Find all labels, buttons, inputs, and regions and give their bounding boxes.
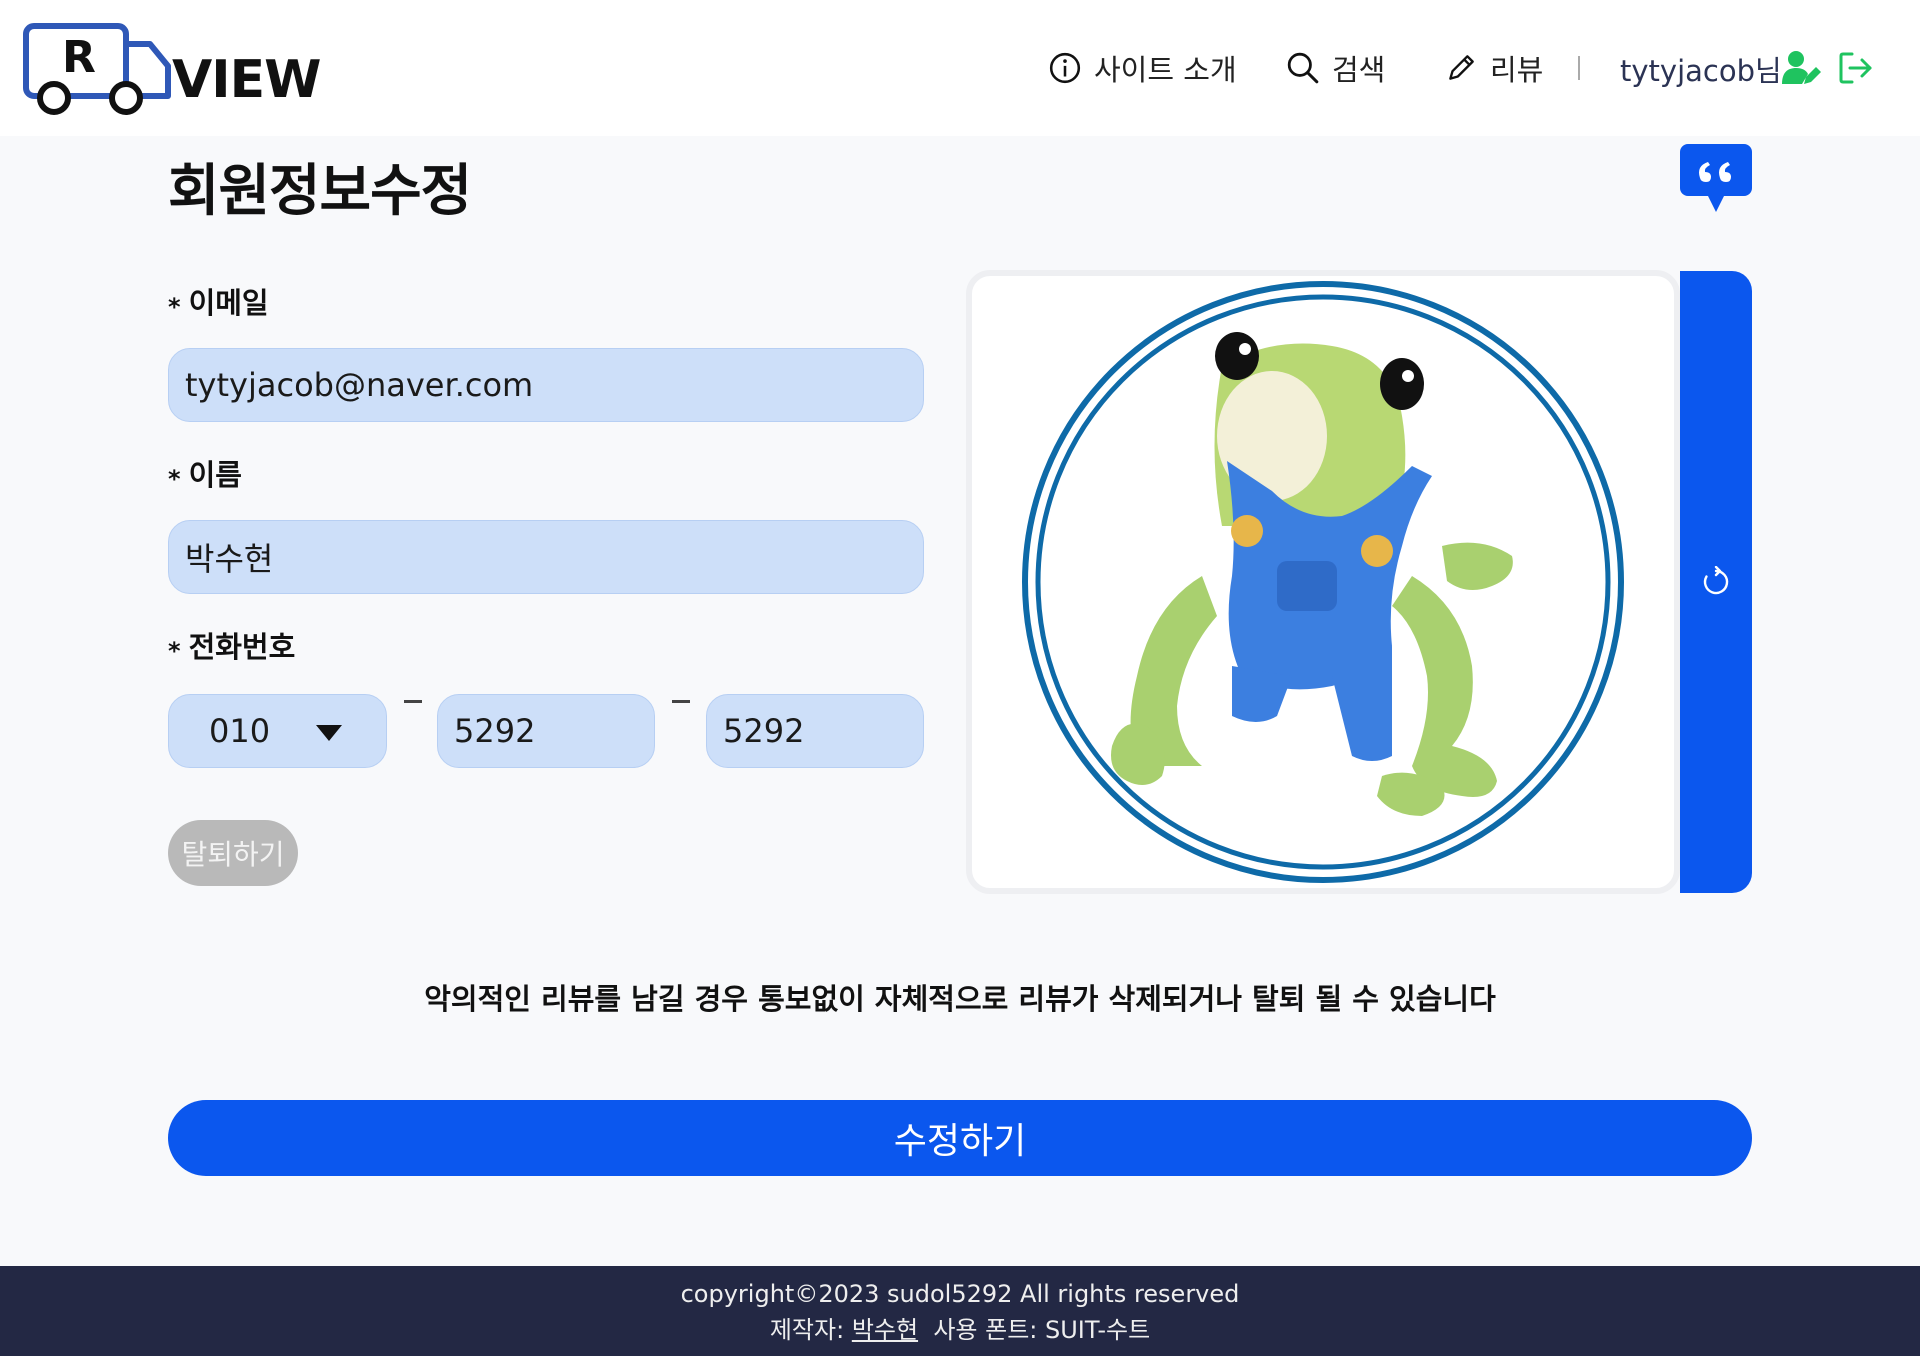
logo-wordmark: VIEW	[172, 50, 321, 110]
email-value: tytyjacob@naver.com	[185, 366, 534, 404]
maker-name-link[interactable]: 박수현	[852, 1316, 918, 1344]
refresh-icon	[1703, 566, 1729, 595]
name-value: 박수현	[185, 540, 274, 578]
user-name[interactable]: tytyjacob님	[1620, 48, 1782, 90]
nav-divider	[1578, 56, 1580, 80]
name-field[interactable]: 박수현	[168, 520, 924, 594]
phone-prefix-select[interactable]: 010	[168, 694, 387, 768]
phone-middle-field[interactable]: 5292	[437, 694, 655, 768]
required-mark: *	[168, 465, 181, 493]
credits-line: 제작자: 박수현 사용 폰트: SUIT-수트	[0, 1310, 1920, 1345]
quote-bubble-icon[interactable]	[1680, 144, 1752, 216]
info-icon	[1049, 52, 1081, 84]
phone-label: * 전화번호	[168, 630, 296, 665]
required-mark: *	[168, 637, 181, 665]
maker-prefix: 제작자:	[769, 1316, 845, 1344]
copyright-text: copyright©2023 sudol5292 All rights rese…	[680, 1280, 1240, 1308]
chevron-down-icon	[316, 725, 342, 741]
page-title: 회원정보수정	[168, 159, 472, 224]
withdraw-button[interactable]: 탈퇴하기	[168, 820, 298, 886]
pencil-icon	[1449, 55, 1474, 80]
nav-site-intro[interactable]: 사이트 소개	[1048, 46, 1237, 90]
phone-dash	[404, 700, 422, 703]
nav-search-label: 검색	[1332, 53, 1386, 87]
phone-dash	[672, 700, 690, 703]
phone-prefix-value: 010	[209, 712, 271, 750]
required-mark: *	[168, 293, 181, 321]
email-field[interactable]: tytyjacob@naver.com	[168, 348, 924, 422]
submit-button[interactable]: 수정하기	[168, 1100, 1752, 1176]
profile-avatar[interactable]	[972, 276, 1674, 888]
search-icon	[1287, 52, 1319, 84]
profile-image-panel	[966, 270, 1680, 894]
font-info: 사용 폰트: SUIT-수트	[933, 1316, 1151, 1344]
phone-last-value: 5292	[723, 712, 805, 750]
user-edit-icon[interactable]	[1782, 50, 1822, 86]
refresh-avatar-button[interactable]	[1680, 271, 1752, 893]
name-label: * 이름	[168, 458, 242, 493]
nav-review-label: 리뷰	[1490, 53, 1544, 87]
phone-middle-value: 5292	[454, 712, 536, 750]
nav-review[interactable]: 리뷰	[1444, 46, 1543, 90]
logo-letter: R	[62, 32, 96, 83]
nav-search[interactable]: 검색	[1286, 46, 1385, 90]
logout-icon[interactable]	[1838, 50, 1874, 86]
email-label: * 이메일	[168, 286, 269, 321]
site-footer: copyright©2023 sudol5292 All rights rese…	[0, 1266, 1920, 1356]
phone-last-field[interactable]: 5292	[706, 694, 924, 768]
nav-site-intro-label: 사이트 소개	[1094, 53, 1237, 87]
site-header: R VIEW 사이트 소개 검색 리뷰 tytyjacob님	[0, 0, 1920, 136]
policy-notice: 악의적인 리뷰를 남길 경우 통보없이 자체적으로 리뷰가 삭제되거나 탈퇴 될…	[424, 982, 1496, 1016]
